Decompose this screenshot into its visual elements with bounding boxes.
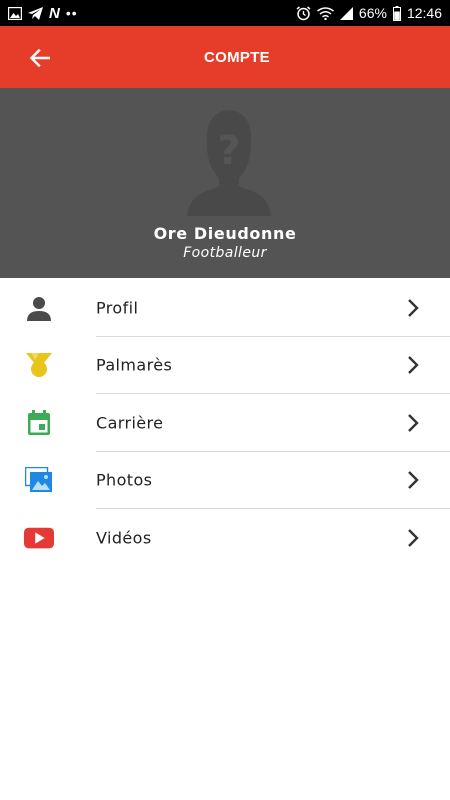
youtube-icon bbox=[24, 525, 54, 551]
chevron-right-icon bbox=[406, 528, 420, 548]
menu-item-label: Vidéos bbox=[96, 528, 152, 548]
telegram-icon bbox=[28, 5, 43, 21]
menu-item-label: Photos bbox=[96, 470, 153, 490]
wifi-icon bbox=[316, 5, 334, 21]
profile-role: Footballeur bbox=[183, 245, 267, 261]
menu-item-label: Carrière bbox=[96, 413, 164, 433]
page-title: COMPTE bbox=[204, 48, 270, 66]
profile-name: Ore Dieudonne bbox=[153, 224, 297, 243]
menu-item-profil[interactable]: Profil bbox=[0, 279, 450, 337]
arrow-left-icon bbox=[30, 49, 50, 67]
photos-icon bbox=[24, 467, 54, 493]
battery-percent: 66% bbox=[358, 5, 387, 21]
person-icon bbox=[24, 295, 54, 321]
menu-item-label: Palmarès bbox=[96, 355, 173, 375]
chevron-right-icon bbox=[406, 298, 420, 318]
alarm-icon bbox=[296, 5, 311, 21]
battery-icon bbox=[392, 5, 401, 21]
n-icon: N bbox=[49, 4, 60, 22]
menu-item-label: Profil bbox=[96, 298, 139, 318]
status-right: 66% 12:46 bbox=[296, 5, 442, 21]
medal-icon bbox=[24, 352, 54, 378]
menu-item-videos[interactable]: Vidéos bbox=[0, 509, 450, 567]
status-bar: N •• 66% 12:46 bbox=[0, 0, 450, 26]
chevron-right-icon bbox=[406, 355, 420, 375]
calendar-icon bbox=[24, 409, 54, 436]
signal-icon bbox=[339, 5, 353, 21]
status-time: 12:46 bbox=[406, 5, 442, 21]
more-dots-icon: •• bbox=[65, 5, 78, 21]
svg-text:?: ? bbox=[217, 128, 240, 174]
menu-item-photos[interactable]: Photos bbox=[0, 452, 450, 509]
profile-header: ? Ore Dieudonne Footballeur bbox=[0, 88, 450, 278]
chevron-right-icon bbox=[406, 413, 420, 433]
account-menu: Profil Palmarès Carrière Photos Vidéos bbox=[0, 279, 450, 567]
image-icon bbox=[8, 5, 22, 21]
menu-item-palmares[interactable]: Palmarès bbox=[0, 337, 450, 394]
menu-item-carriere[interactable]: Carrière bbox=[0, 394, 450, 452]
back-button[interactable] bbox=[24, 42, 56, 74]
chevron-right-icon bbox=[406, 470, 420, 490]
unknown-person-icon[interactable]: ? bbox=[187, 104, 271, 216]
app-bar: COMPTE bbox=[0, 26, 450, 88]
status-left: N •• bbox=[8, 4, 78, 22]
